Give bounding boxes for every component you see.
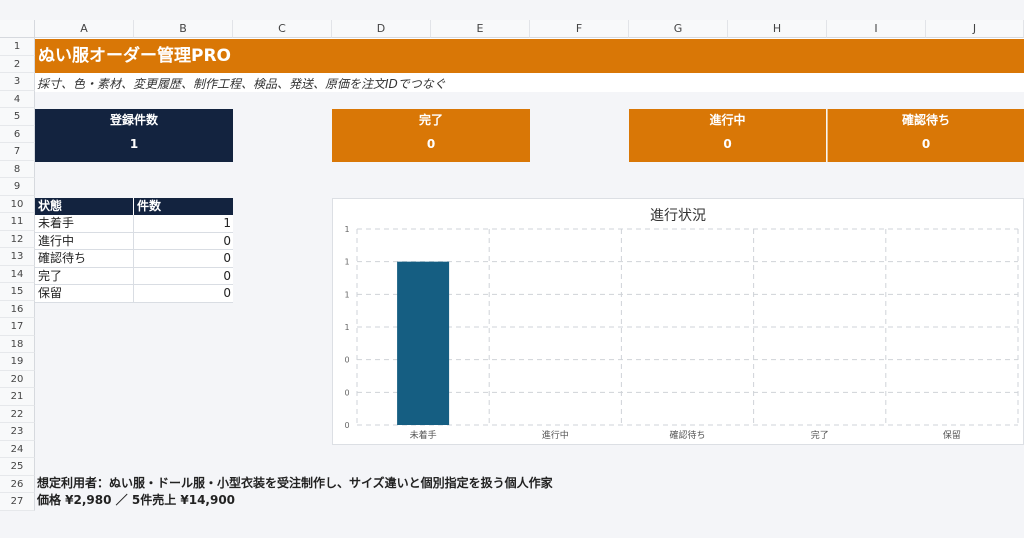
x-tick-label: 完了 <box>811 429 829 441</box>
x-tick-label: 進行中 <box>542 429 569 441</box>
row-header[interactable]: 12 <box>0 230 35 248</box>
row-header[interactable]: 16 <box>0 300 35 318</box>
column-header-f[interactable]: F <box>530 20 629 38</box>
column-header-d[interactable]: D <box>332 20 431 38</box>
table-row: 未着手 1 <box>35 215 233 233</box>
column-header-i[interactable]: I <box>827 20 926 38</box>
progress-chart[interactable]: 進行状況 1 1 1 1 0 0 0 未着手 進行中 確認待ち 完了 保留 <box>332 198 1024 445</box>
x-tick-label: 保留 <box>943 429 961 441</box>
y-tick-label: 0 <box>344 421 349 430</box>
column-header-j[interactable]: J <box>926 20 1024 38</box>
column-header-e[interactable]: E <box>431 20 530 38</box>
sheet-title: ぬい服オーダー管理PRO <box>35 39 1024 73</box>
y-tick-label: 1 <box>344 258 349 267</box>
select-all-corner[interactable] <box>0 20 35 38</box>
y-tick-label: 0 <box>344 356 349 365</box>
table-row: 保留 0 <box>35 285 233 303</box>
row-header[interactable]: 20 <box>0 370 35 388</box>
y-tick-label: 1 <box>344 323 349 332</box>
y-tick-label: 1 <box>344 225 349 234</box>
kpi-registered[interactable]: 登録件数 1 <box>35 109 233 162</box>
row-header[interactable]: 23 <box>0 423 35 441</box>
row-header[interactable]: 24 <box>0 440 35 458</box>
status-cell[interactable]: 未着手 <box>35 215 134 232</box>
count-cell[interactable]: 1 <box>134 215 233 232</box>
row-header[interactable]: 3 <box>0 73 35 91</box>
x-tick-label: 未着手 <box>410 429 437 441</box>
x-tick-label: 確認待ち <box>669 429 705 441</box>
price-note: 価格 ¥2,980 ／ 5件売上 ¥14,900 <box>37 493 236 507</box>
kpi-awaiting-confirmation[interactable]: 確認待ち 0 <box>827 109 1024 162</box>
bar[interactable] <box>397 261 450 425</box>
status-count-table: 状態 件数 未着手 1 進行中 0 確認待ち 0 完了 0 保留 0 <box>35 198 233 303</box>
row-header[interactable]: 5 <box>0 108 35 126</box>
table-row: 進行中 0 <box>35 232 233 250</box>
status-cell[interactable]: 保留 <box>35 285 134 302</box>
row-header[interactable]: 1 <box>0 38 35 56</box>
row-header[interactable]: 11 <box>0 213 35 231</box>
row-header[interactable]: 10 <box>0 195 35 213</box>
row-header[interactable]: 9 <box>0 178 35 196</box>
row-header[interactable]: 19 <box>0 353 35 371</box>
kpi-value: 1 <box>129 137 139 151</box>
kpi-in-progress[interactable]: 進行中 0 <box>629 109 826 162</box>
row-header[interactable]: 15 <box>0 283 35 301</box>
status-cell[interactable]: 完了 <box>35 267 134 284</box>
table-row: 確認待ち 0 <box>35 250 233 268</box>
column-header-h[interactable]: H <box>728 20 827 38</box>
row-header[interactable]: 17 <box>0 318 35 336</box>
kpi-value: 0 <box>921 137 931 151</box>
kpi-label: 確認待ち <box>901 113 950 127</box>
column-header-c[interactable]: C <box>233 20 332 38</box>
row-header[interactable]: 21 <box>0 388 35 406</box>
sheet-subtitle: 採寸、色・素材、変更履歴、制作工程、検品、発送、原価を注文IDでつなぐ <box>37 77 446 91</box>
row-header[interactable]: 14 <box>0 265 35 283</box>
kpi-value: 0 <box>723 137 732 151</box>
column-header-a[interactable]: A <box>35 20 134 38</box>
row-header[interactable]: 4 <box>0 90 35 108</box>
status-cell[interactable]: 進行中 <box>35 232 134 249</box>
row-header[interactable]: 27 <box>0 493 35 511</box>
row-header[interactable]: 22 <box>0 405 35 423</box>
count-cell[interactable]: 0 <box>134 250 233 267</box>
table-header-row: 状態 件数 <box>35 198 233 215</box>
kpi-label: 進行中 <box>709 113 746 127</box>
row-header[interactable]: 7 <box>0 143 35 161</box>
count-cell[interactable]: 0 <box>134 233 233 250</box>
spreadsheet: A B C D E F G H I J 1 2 3 4 5 6 7 8 9 10 11 12 13 14 1… <box>0 0 1024 538</box>
row-header[interactable]: 2 <box>0 55 35 73</box>
row-header[interactable]: 25 <box>0 458 35 476</box>
status-cell[interactable]: 確認待ち <box>35 250 134 267</box>
chart-plot: 1 1 1 1 0 0 0 未着手 進行中 確認待ち 完了 保留 <box>344 225 1019 441</box>
kpi-label: 完了 <box>418 113 443 127</box>
kpi-completed[interactable]: 完了 0 <box>332 109 530 162</box>
y-tick-label: 0 <box>344 388 349 397</box>
header-count[interactable]: 件数 <box>134 198 233 215</box>
row-header[interactable]: 18 <box>0 335 35 353</box>
column-header-g[interactable]: G <box>629 20 728 38</box>
count-cell[interactable]: 0 <box>134 268 233 285</box>
header-status[interactable]: 状態 <box>35 198 134 215</box>
target-user-note: 想定利用者：ぬい服・ドール服・小型衣装を受注制作し、サイズ違いと個別指定を扱う個… <box>37 476 553 490</box>
y-tick-label: 1 <box>344 290 349 299</box>
row-header[interactable]: 13 <box>0 248 35 266</box>
column-header-b[interactable]: B <box>134 20 233 38</box>
row-header[interactable]: 8 <box>0 160 35 178</box>
count-cell[interactable]: 0 <box>134 285 233 302</box>
kpi-label: 登録件数 <box>109 113 158 127</box>
row-header[interactable]: 26 <box>0 475 35 493</box>
table-row: 完了 0 <box>35 267 233 285</box>
row-header[interactable]: 6 <box>0 125 35 143</box>
kpi-value: 0 <box>426 137 436 151</box>
